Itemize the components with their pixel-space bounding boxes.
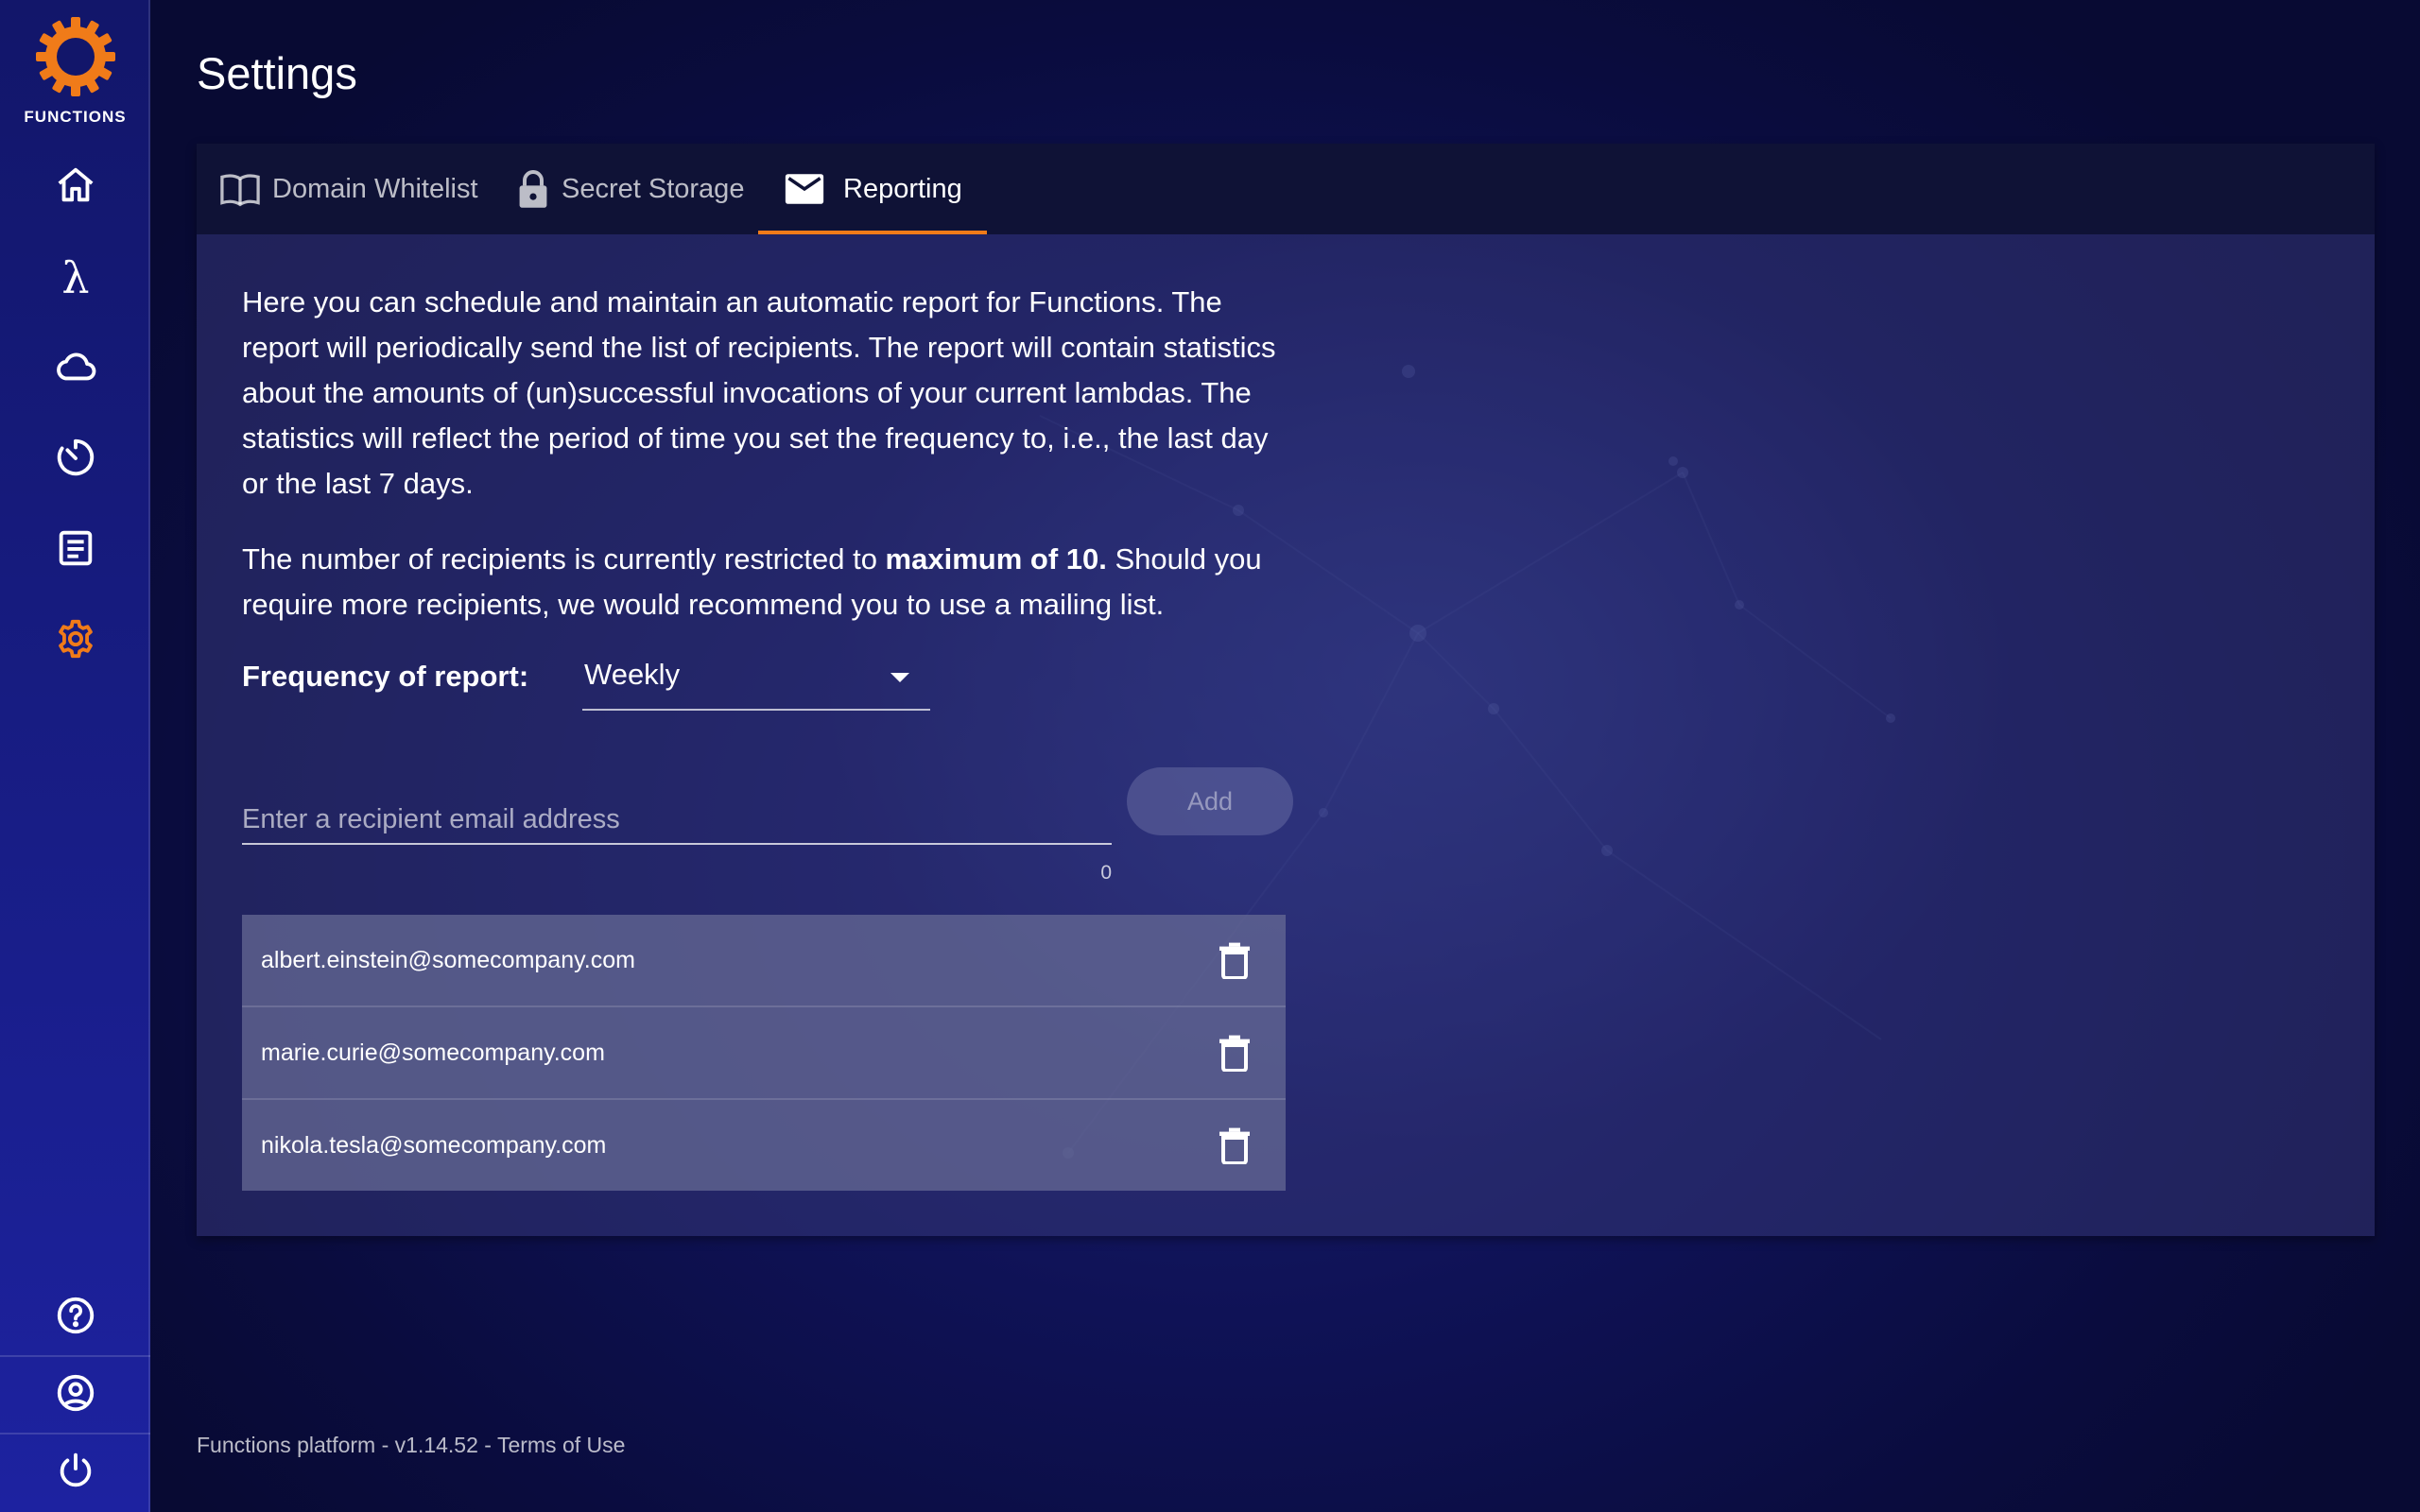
app-logo[interactable]: FUNCTIONS — [0, 13, 150, 127]
nav-logs[interactable] — [47, 520, 104, 576]
trash-icon — [1219, 942, 1250, 979]
page-title: Settings — [197, 48, 357, 98]
list-item: marie.curie@somecompany.com — [242, 1007, 1286, 1100]
recipient-list: albert.einstein@somecompany.com marie.cu… — [242, 915, 1286, 1191]
delete-recipient-button[interactable] — [1210, 1028, 1259, 1077]
recipient-email: marie.curie@somecompany.com — [261, 1040, 605, 1066]
sidebar-divider — [0, 1355, 150, 1357]
cloud-icon — [57, 352, 96, 381]
tab-label: Secret Storage — [562, 173, 745, 204]
settings-card: Domain Whitelist Secret Storage Reportin… — [197, 144, 2375, 1236]
gear-logo-icon — [36, 17, 115, 96]
recipient-email: nikola.tesla@somecompany.com — [261, 1132, 607, 1159]
recipient-email-input[interactable] — [242, 779, 1112, 845]
timer-icon — [57, 438, 95, 476]
footer-separator: - — [477, 1433, 497, 1457]
restriction-max: maximum of 10. — [885, 542, 1107, 576]
tab-secret-storage[interactable]: Secret Storage — [516, 144, 744, 234]
footer-separator: - — [375, 1433, 395, 1457]
nav-cloud[interactable] — [47, 338, 104, 395]
help-icon — [57, 1297, 95, 1334]
trash-icon — [1219, 1127, 1250, 1164]
nav-settings[interactable] — [47, 610, 104, 667]
sidebar: FUNCTIONS λ — [0, 0, 150, 1512]
lambda-icon: λ — [61, 252, 90, 303]
nav-functions[interactable]: λ — [47, 249, 104, 306]
nav-help[interactable] — [47, 1287, 104, 1344]
restriction-prefix: The number of recipients is currently re… — [242, 542, 886, 576]
gear-icon — [59, 619, 93, 659]
logo-text: FUNCTIONS — [24, 108, 127, 126]
tab-domain-whitelist[interactable]: Domain Whitelist — [219, 144, 478, 234]
nav-timer[interactable] — [47, 429, 104, 486]
sidebar-divider — [0, 1433, 150, 1435]
list-item: albert.einstein@somecompany.com — [242, 915, 1286, 1007]
recipient-email: albert.einstein@somecompany.com — [261, 947, 635, 973]
nav-account[interactable] — [47, 1365, 104, 1421]
lock-icon — [519, 170, 547, 208]
character-counter: 0 — [1100, 862, 1112, 884]
recipient-restriction-text: The number of recipients is currently re… — [242, 537, 1291, 627]
book-icon — [220, 174, 260, 207]
chevron-down-icon — [890, 673, 909, 682]
nav-home[interactable] — [47, 157, 104, 214]
power-icon — [60, 1452, 92, 1487]
account-icon — [57, 1374, 95, 1412]
frequency-label: Frequency of report: — [242, 660, 529, 693]
active-tab-indicator — [758, 231, 987, 234]
tab-label: Domain Whitelist — [272, 173, 478, 204]
list-item: nikola.tesla@somecompany.com — [242, 1100, 1286, 1191]
reporting-description: Here you can schedule and maintain an au… — [242, 285, 1276, 500]
nav-logout[interactable] — [47, 1442, 104, 1499]
tab-label: Reporting — [843, 173, 962, 204]
add-recipient-button[interactable]: Add — [1127, 767, 1293, 835]
footer-version: v1.14.52 — [394, 1433, 478, 1457]
footer-platform: Functions platform — [197, 1433, 376, 1457]
frequency-select[interactable]: Weekly — [582, 643, 930, 711]
document-icon — [59, 530, 93, 566]
trash-icon — [1219, 1035, 1250, 1072]
footer: Functions platform - v1.14.52 - Terms of… — [197, 1433, 625, 1458]
tab-bar: Domain Whitelist Secret Storage Reportin… — [197, 144, 2375, 234]
frequency-value: Weekly — [584, 658, 681, 691]
tab-reporting[interactable]: Reporting — [785, 144, 962, 234]
terms-of-use-link[interactable]: Terms of Use — [497, 1433, 625, 1457]
home-icon — [58, 167, 94, 202]
delete-recipient-button[interactable] — [1210, 936, 1259, 985]
delete-recipient-button[interactable] — [1210, 1121, 1259, 1170]
mail-icon — [785, 174, 824, 204]
